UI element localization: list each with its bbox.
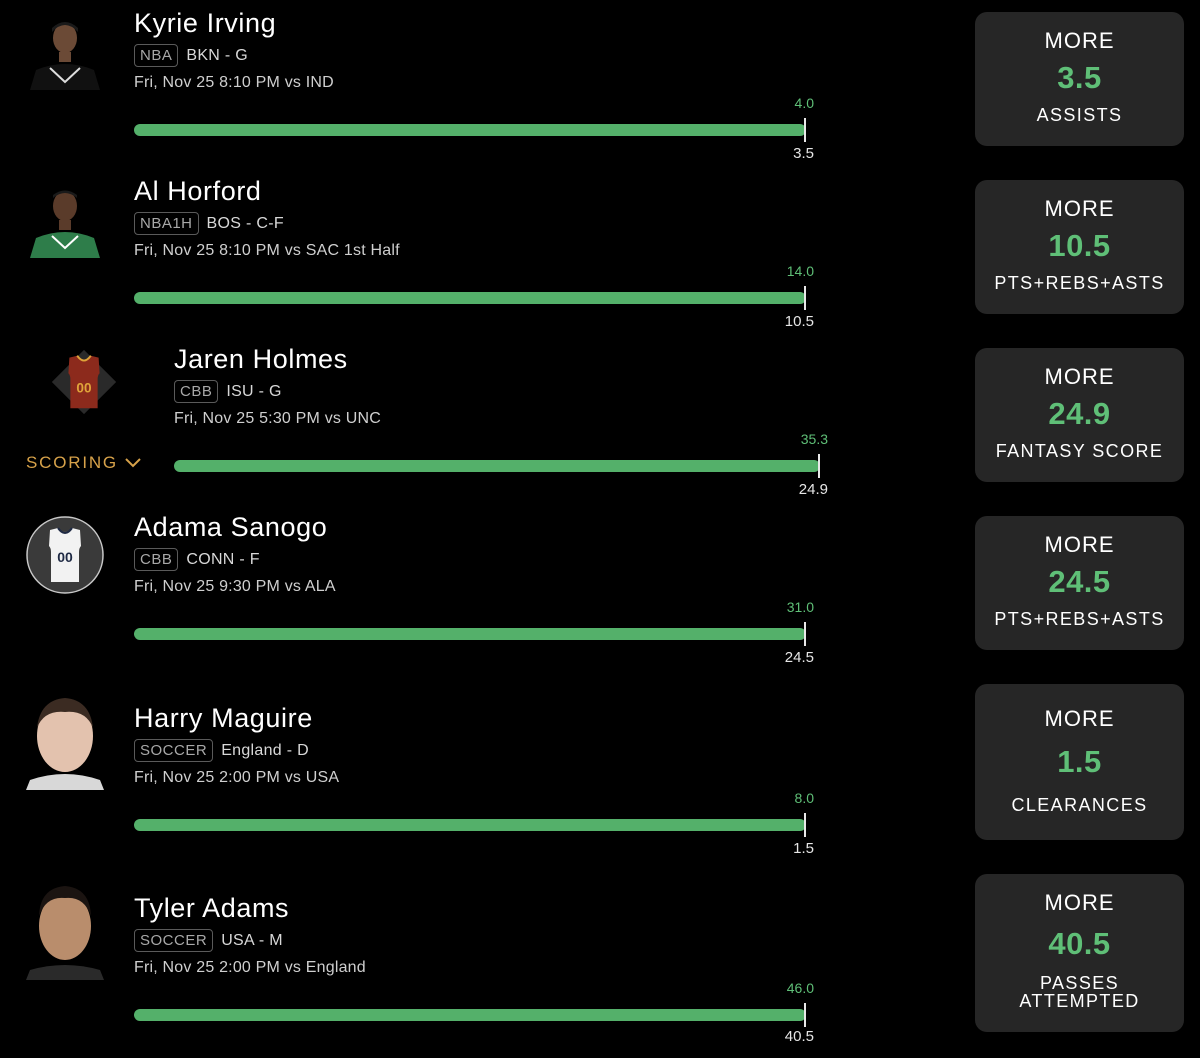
player-meta: CBB CONN - F — [134, 548, 260, 571]
projection-bar — [134, 292, 806, 304]
direction-label: MORE — [1044, 196, 1115, 221]
player-name: Kyrie Irving — [134, 8, 277, 38]
projection-bar — [174, 460, 820, 472]
league-badge: NBA1H — [134, 212, 199, 235]
league-badge: CBB — [174, 380, 219, 403]
chevron-down-icon — [125, 458, 141, 468]
player-headshot-icon — [26, 180, 104, 258]
line-number: 24.5 — [1048, 564, 1111, 599]
player-meta: NBA1H BOS - C-F — [134, 212, 284, 235]
stat-type: FANTASY SCORE — [995, 441, 1164, 461]
stat-type: PASSES ATTEMPTED — [1019, 973, 1140, 1011]
more-less-card[interactable]: MORE 10.5 PTS+REBS+ASTS — [975, 180, 1184, 314]
team-position: USA - M — [221, 931, 283, 949]
projection-value: 4.0 — [794, 95, 814, 111]
player-name: Harry Maguire — [134, 703, 313, 733]
player-name: Jaren Holmes — [174, 344, 348, 374]
game-info: Fri, Nov 25 2:00 PM vs England — [134, 959, 366, 976]
game-info: Fri, Nov 25 9:30 PM vs ALA — [134, 578, 336, 595]
line-number: 3.5 — [1057, 60, 1102, 95]
player-headshot-icon — [26, 12, 104, 90]
more-less-card[interactable]: MORE 24.5 PTS+REBS+ASTS — [975, 516, 1184, 650]
svg-text:00: 00 — [76, 381, 92, 396]
line-value: 1.5 — [793, 840, 814, 857]
team-position: ISU - G — [226, 382, 282, 400]
player-headshot-icon — [26, 692, 104, 790]
more-less-card[interactable]: MORE 24.9 FANTASY SCORE — [975, 348, 1184, 482]
league-badge: NBA — [134, 44, 179, 67]
direction-label: MORE — [1044, 890, 1115, 915]
player-name: Al Horford — [134, 176, 262, 206]
line-number: 10.5 — [1048, 228, 1111, 263]
line-value: 10.5 — [784, 313, 814, 330]
line-number: 24.9 — [1048, 396, 1111, 431]
direction-label: MORE — [1044, 532, 1115, 557]
more-less-card[interactable]: MORE 1.5 CLEARANCES — [975, 684, 1184, 840]
stat-type: PTS+REBS+ASTS — [994, 273, 1165, 293]
line-marker — [804, 813, 806, 837]
line-marker — [818, 454, 820, 478]
line-value: 40.5 — [784, 1028, 814, 1045]
league-badge: CBB — [134, 548, 179, 571]
game-info: Fri, Nov 25 5:30 PM vs UNC — [174, 410, 382, 427]
line-number: 1.5 — [1057, 744, 1102, 779]
line-value: 24.5 — [784, 649, 814, 666]
league-badge: SOCCER — [134, 739, 214, 762]
team-position: England - D — [221, 741, 309, 759]
player-meta: CBB ISU - G — [174, 380, 282, 403]
scoring-label: SCORING — [26, 453, 118, 472]
projection-value: 31.0 — [786, 599, 814, 615]
line-number: 40.5 — [1048, 926, 1111, 961]
player-headshot-icon — [26, 882, 104, 980]
player-name: Adama Sanogo — [134, 512, 328, 542]
line-value: 24.9 — [798, 481, 828, 498]
game-info: Fri, Nov 25 8:10 PM vs SAC 1st Half — [134, 242, 400, 259]
game-info: Fri, Nov 25 2:00 PM vs USA — [134, 769, 340, 786]
projection-bar — [134, 1009, 806, 1021]
team-position: CONN - F — [186, 550, 260, 568]
player-meta: NBA BKN - G — [134, 44, 248, 67]
team-position: BKN - G — [186, 46, 249, 64]
stat-type: ASSISTS — [1036, 105, 1123, 125]
more-less-card[interactable]: MORE 40.5 PASSES ATTEMPTED — [975, 874, 1184, 1032]
team-position: BOS - C-F — [206, 214, 284, 232]
projection-bar — [134, 819, 806, 831]
jersey-icon: 00 — [46, 344, 122, 420]
direction-label: MORE — [1044, 706, 1115, 731]
line-value: 3.5 — [793, 145, 814, 162]
line-marker — [804, 622, 806, 646]
jersey-icon: 00 — [26, 516, 104, 594]
player-meta: SOCCER England - D — [134, 739, 309, 762]
line-marker — [804, 118, 806, 142]
projection-value: 35.3 — [800, 431, 828, 447]
direction-label: MORE — [1044, 28, 1115, 53]
projection-value: 14.0 — [786, 263, 814, 279]
projection-value: 46.0 — [786, 980, 814, 996]
league-badge: SOCCER — [134, 929, 214, 952]
stat-type: CLEARANCES — [1011, 795, 1148, 815]
line-marker — [804, 286, 806, 310]
svg-text:00: 00 — [57, 549, 73, 565]
scoring-dropdown[interactable]: SCORING — [26, 453, 142, 473]
projection-bar — [134, 628, 806, 640]
stat-type: PTS+REBS+ASTS — [994, 609, 1165, 629]
player-meta: SOCCER USA - M — [134, 929, 283, 952]
more-less-card[interactable]: MORE 3.5 ASSISTS — [975, 12, 1184, 146]
direction-label: MORE — [1044, 364, 1115, 389]
game-info: Fri, Nov 25 8:10 PM vs IND — [134, 74, 334, 91]
player-name: Tyler Adams — [134, 893, 290, 923]
projection-value: 8.0 — [794, 790, 814, 806]
projection-bar — [134, 124, 806, 136]
line-marker — [804, 1003, 806, 1027]
